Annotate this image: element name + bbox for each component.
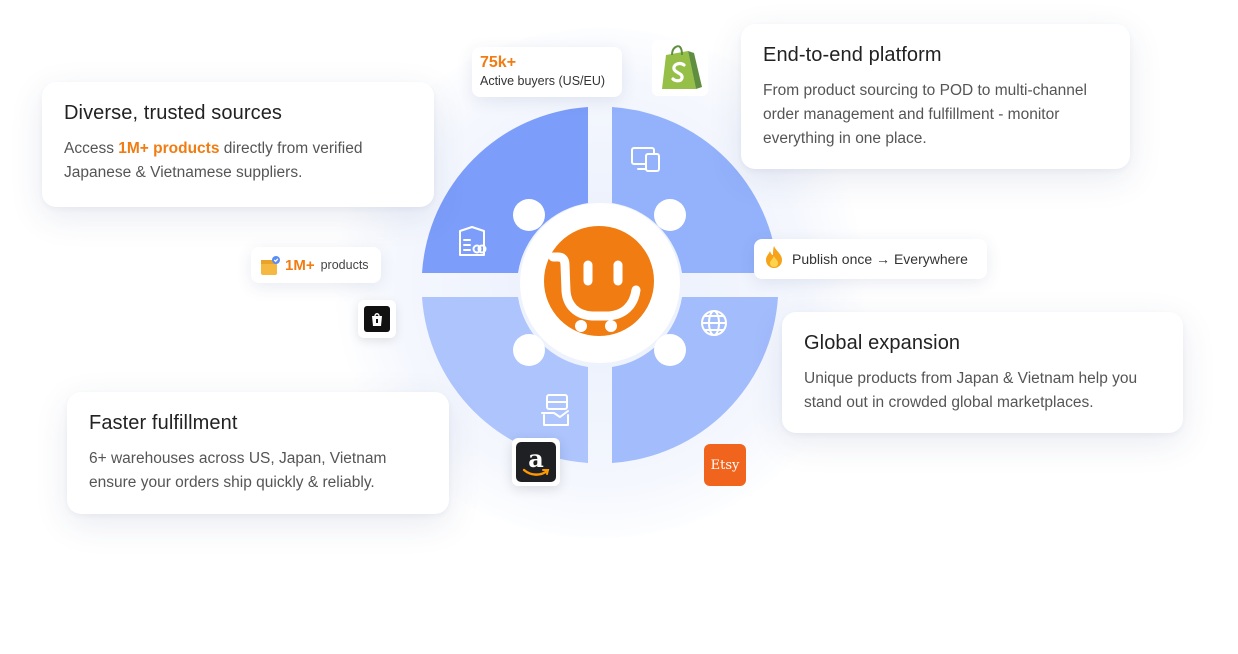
amazon-icon[interactable]: a [512,438,560,486]
publish-badge: Publish once → Everywhere [754,239,987,279]
box-icon [259,255,280,275]
card-end-to-end: End-to-end platform From product sourcin… [741,24,1130,169]
cart-smile-logo [544,226,654,336]
etsy-label: Etsy [710,457,740,473]
buyers-label: Active buyers (US/EU) [480,74,606,88]
card-title: Diverse, trusted sources [64,102,283,124]
products-count: 1M+ [285,256,315,274]
buyers-badge: 75k+ Active buyers (US/EU) [472,47,622,97]
card-title: Global expansion [804,332,961,354]
publish-text: Publish once → Everywhere [792,251,968,267]
card-text: From product sourcing to POD to multi-ch… [763,82,1087,147]
card-text: Unique products from Japan & Vietnam hel… [804,370,1138,411]
feature-wheel [422,107,778,463]
card-diverse-sources: Diverse, trusted sources Access 1M+ prod… [42,82,434,207]
card-text: Access 1M+ products directly from verifi… [64,137,412,185]
card-global-expansion: Global expansion Unique products from Ja… [782,312,1183,433]
amazon-smile [522,468,550,476]
card-faster-fulfillment: Faster fulfillment 6+ warehouses across … [67,392,449,514]
card-text: 6+ warehouses across US, Japan, Vietnam … [89,450,387,491]
highlight-text: 1M+ products [118,140,220,157]
products-badge: 1M+ products [251,247,381,283]
card-title: Faster fulfillment [89,412,238,434]
shop-bag-icon[interactable] [358,300,396,338]
fire-icon [764,245,784,274]
shopify-icon[interactable] [652,40,708,96]
buyers-count: 75k+ [480,54,517,71]
text-part: Access [64,140,119,157]
products-label: products [320,258,369,272]
card-title: End-to-end platform [763,44,942,66]
etsy-icon[interactable]: Etsy [704,444,746,486]
